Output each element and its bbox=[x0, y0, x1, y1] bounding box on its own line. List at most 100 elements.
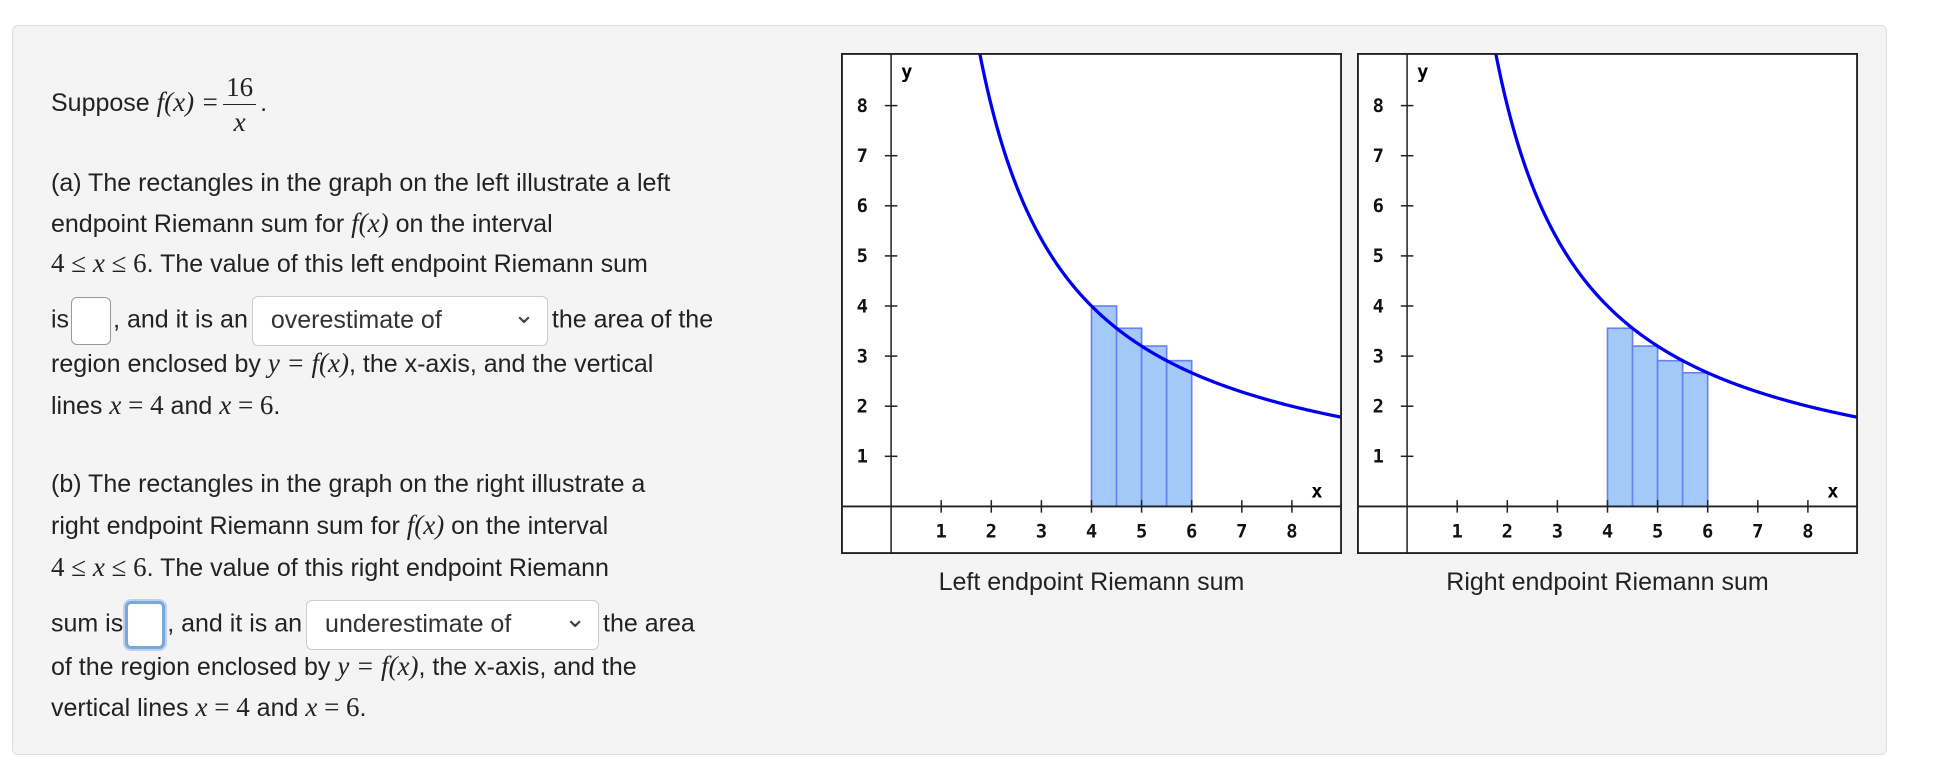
math-expression: = 6 bbox=[231, 390, 274, 420]
x-tick-label: 3 bbox=[1552, 522, 1563, 543]
fraction: 16 x bbox=[223, 70, 257, 139]
y-tick-label: 4 bbox=[857, 296, 868, 317]
riemann-rectangle bbox=[1656, 359, 1684, 508]
text-segment: the area bbox=[603, 609, 695, 638]
x-tick-label: 1 bbox=[1452, 522, 1463, 543]
y-tick-label: 6 bbox=[857, 196, 868, 217]
text-segment: region enclosed by bbox=[51, 350, 268, 378]
math-expression: = 6 bbox=[317, 692, 360, 722]
right-endpoint-graph: 1 2 3 4 5 6 7 812345678xy bbox=[1357, 53, 1858, 554]
y-tick-label: 3 bbox=[857, 346, 868, 367]
x-tick-label: 6 bbox=[1186, 522, 1197, 543]
x-tick-label: 5 bbox=[1652, 522, 1663, 543]
text-segment: and bbox=[163, 392, 220, 420]
text-segment: . The value of this right endpoint Riema… bbox=[146, 554, 609, 582]
answer-input-a[interactable] bbox=[71, 297, 112, 345]
right-graph-caption: Right endpoint Riemann sum bbox=[1446, 568, 1769, 596]
x-tick-label: 6 bbox=[1702, 522, 1713, 543]
estimate-select-b[interactable]: underestimate of ⌄ bbox=[306, 600, 600, 650]
text-segment: lines bbox=[51, 392, 110, 420]
text-line: right endpoint Riemann sum for f(x) on t… bbox=[51, 508, 608, 543]
y-tick-label: 8 bbox=[1373, 96, 1384, 117]
riemann-rectangle bbox=[1165, 359, 1193, 508]
x-tick-label: 4 bbox=[1086, 522, 1097, 543]
text-segment: (b) The rectangles in the graph on the r… bbox=[51, 470, 646, 498]
x-tick-label: 3 bbox=[1036, 522, 1047, 543]
left-endpoint-graph: 1 2 3 4 5 6 7 812345678xy bbox=[841, 53, 1342, 554]
text-line: region enclosed by y = f(x), the x-axis,… bbox=[51, 346, 653, 381]
y-tick-label: 5 bbox=[1373, 246, 1384, 267]
text-segment: . The value of this left endpoint Rieman… bbox=[146, 250, 648, 278]
math-expression: y = f(x) bbox=[337, 651, 419, 681]
math-expression: x bbox=[109, 390, 122, 420]
text-segment: (a) The rectangles in the graph on the l… bbox=[51, 169, 671, 197]
x-tick-label: 1 bbox=[936, 522, 947, 543]
y-tick-label: 7 bbox=[1373, 146, 1384, 167]
x-tick-label: 8 bbox=[1802, 522, 1813, 543]
text-segment: and bbox=[249, 694, 306, 722]
y-tick-label: 1 bbox=[857, 447, 868, 468]
y-tick-label: 4 bbox=[1373, 296, 1384, 317]
x-tick-label: 2 bbox=[986, 522, 997, 543]
text-segment: , and it is an bbox=[167, 609, 303, 638]
y-tick-label: 8 bbox=[857, 96, 868, 117]
math-expression: ≤ 6 bbox=[104, 248, 147, 278]
text-line: 4 ≤ x ≤ 6. The value of this right endpo… bbox=[51, 550, 609, 585]
math-expression: f(x) bbox=[406, 510, 445, 540]
left-graph-caption: Left endpoint Riemann sum bbox=[938, 568, 1245, 596]
select-value: overestimate of bbox=[270, 306, 442, 334]
math-expression: f(x) = bbox=[156, 87, 220, 118]
text-segment: sum is bbox=[51, 609, 124, 638]
text-segment: is bbox=[51, 305, 70, 334]
y-axis-label: y bbox=[1417, 62, 1428, 83]
x-tick-label: 7 bbox=[1236, 522, 1247, 543]
text-line: (a) The rectangles in the graph on the l… bbox=[51, 166, 670, 200]
text-line: (b) The rectangles in the graph on the r… bbox=[51, 467, 645, 501]
y-tick-label: 3 bbox=[1373, 346, 1384, 367]
text-segment: Suppose bbox=[51, 89, 157, 118]
text-segment: vertical lines bbox=[51, 694, 196, 722]
select-value: underestimate of bbox=[325, 610, 512, 638]
math-expression: ≤ 6 bbox=[104, 552, 147, 582]
text-line: endpoint Riemann sum for f(x) on the int… bbox=[51, 206, 553, 241]
text-segment: right endpoint Riemann sum for bbox=[51, 512, 407, 540]
fraction-numerator: 16 bbox=[223, 70, 257, 105]
riemann-rectangle bbox=[1115, 327, 1143, 508]
estimate-select-a[interactable]: overestimate of ⌄ bbox=[251, 296, 548, 346]
x-axis-label: x bbox=[1827, 482, 1838, 503]
answer-input-b[interactable] bbox=[125, 601, 166, 649]
y-axis-label: y bbox=[901, 62, 912, 83]
text-segment: on the interval bbox=[388, 210, 553, 238]
text-line: Suppose f(x) = 16 x. bbox=[51, 70, 267, 139]
text-line: 4 ≤ x ≤ 6. The value of this left endpoi… bbox=[51, 246, 648, 281]
riemann-rectangle bbox=[1606, 327, 1634, 508]
math-expression: x bbox=[195, 692, 208, 722]
text-segment: , the x-axis, and the bbox=[418, 653, 637, 681]
math-expression: x bbox=[219, 390, 232, 420]
y-tick-label: 6 bbox=[1373, 196, 1384, 217]
math-expression: y = f(x) bbox=[267, 348, 349, 378]
math-expression: x bbox=[92, 248, 105, 278]
y-tick-label: 7 bbox=[857, 146, 868, 167]
riemann-rectangle bbox=[1681, 371, 1709, 508]
math-expression: 4 ≤ bbox=[51, 248, 93, 278]
text-line: lines x = 4 and x = 6. bbox=[51, 388, 280, 423]
math-expression: x bbox=[92, 552, 105, 582]
text-segment: . bbox=[273, 392, 281, 420]
text-segment: , and it is an bbox=[113, 305, 248, 334]
y-tick-label: 2 bbox=[1373, 396, 1384, 417]
text-segment: of the region enclosed by bbox=[51, 653, 338, 681]
text-segment: the area of the bbox=[551, 305, 714, 334]
x-tick-label: 2 bbox=[1502, 522, 1513, 543]
x-axis-label: x bbox=[1311, 482, 1322, 503]
text-segment: . bbox=[260, 89, 268, 118]
riemann-rectangle bbox=[1631, 345, 1659, 508]
text-segment: endpoint Riemann sum for bbox=[51, 210, 352, 238]
math-expression: f(x) bbox=[351, 208, 389, 238]
math-expression: 4 ≤ bbox=[51, 552, 93, 582]
y-tick-label: 1 bbox=[1373, 447, 1384, 468]
riemann-rectangle bbox=[1090, 305, 1118, 508]
math-expression: = 4 bbox=[207, 692, 250, 722]
text-segment: , the x-axis, and the vertical bbox=[348, 350, 654, 378]
text-line: vertical lines x = 4 and x = 6. bbox=[51, 690, 367, 725]
